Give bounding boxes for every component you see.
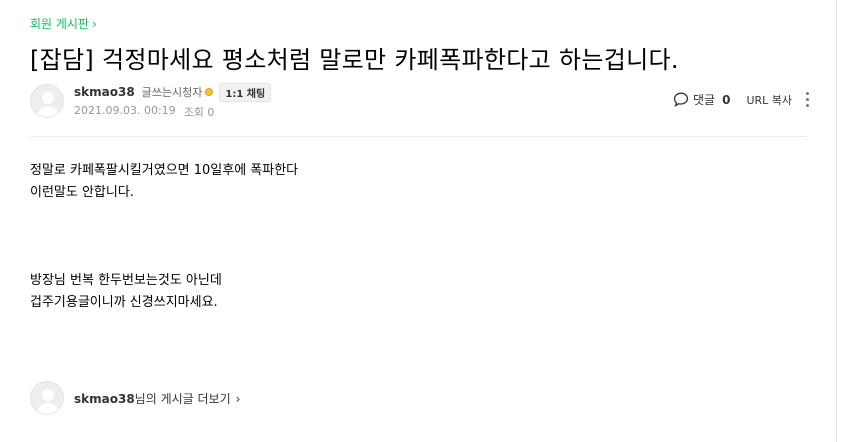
comment-icon[interactable] (673, 92, 689, 107)
author-nickname[interactable]: skmao38 (74, 85, 135, 99)
url-copy-button[interactable]: URL 복사 (746, 92, 792, 108)
level-badge-icon (205, 88, 214, 96)
board-breadcrumb[interactable]: 회원 게시판 › (30, 15, 97, 32)
avatar[interactable] (30, 84, 64, 118)
body-line: 이런말도 안합니다. (30, 185, 134, 200)
body-line (30, 204, 298, 226)
body-line: 겁주기용글이니까 신경쓰지마세요. (30, 295, 218, 310)
more-options-icon[interactable] (806, 92, 810, 107)
body-line (30, 226, 298, 248)
post-body: 정말로 카페폭팔시킬거였으면 10일후에 폭파한다 이런말도 안합니다. 방장님… (30, 160, 298, 314)
post-title: [잡담] 걱정마세요 평소처럼 말로만 카페폭파한다고 하는겁니다. (30, 46, 679, 74)
comment-label[interactable]: 댓글 (693, 91, 715, 108)
author-posts-nickname[interactable]: skmao38 (74, 392, 135, 406)
post-tools: 댓글 0 URL 복사 (673, 91, 810, 108)
author-level: 글쓰는시청자 (141, 86, 203, 99)
author-posts-link[interactable]: skmao38 님의 게시글 더보기 › (74, 390, 240, 407)
post-date: 2021.09.03. 00:19 (74, 104, 176, 117)
comment-count[interactable]: 0 (722, 93, 730, 107)
post-views: 조회 0 (183, 106, 215, 119)
board-name[interactable]: 회원 게시판 (30, 15, 89, 32)
chevron-right-icon: › (235, 391, 241, 406)
divider (30, 136, 807, 137)
chevron-right-icon: › (92, 16, 97, 31)
author-posts-label[interactable]: 님의 게시글 더보기 (135, 390, 231, 407)
body-line: 정말로 카페폭팔시킬거였으면 10일후에 폭파한다 (30, 163, 299, 178)
author-avatar[interactable] (30, 381, 64, 415)
body-line: 방장님 번복 한두번보는것도 아닌데 (30, 273, 222, 288)
body-line (30, 248, 298, 270)
author-info: skmao38 글쓰는시청자 1:1 채팅 (74, 82, 272, 102)
post-meta: 2021.09.03. 00:19 조회 0 (74, 104, 214, 120)
chat-button[interactable]: 1:1 채팅 (219, 82, 272, 102)
scrollbar-track[interactable] (836, 0, 837, 442)
